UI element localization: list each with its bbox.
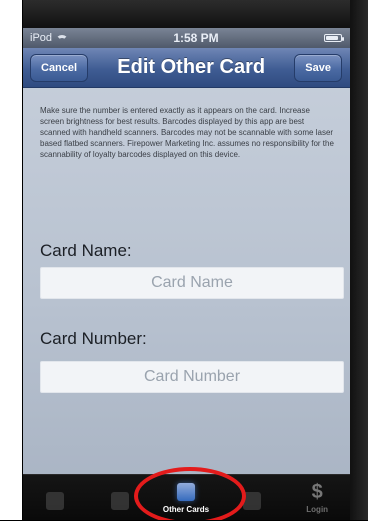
tab-1[interactable] [22,475,88,520]
tab-other-cards[interactable]: Other Cards [153,475,219,520]
tab-other-cards-label: Other Cards [162,505,210,514]
tab-login[interactable]: $ Login [284,475,350,520]
card-name-input[interactable]: Card Name [40,267,344,299]
device-top-bezel [22,0,368,28]
status-left: iPod [30,32,69,45]
page-title: Edit Other Card [117,56,266,78]
status-time: 1:58 PM [173,31,219,45]
battery-icon [323,34,344,42]
cancel-button[interactable]: Cancel [30,53,89,82]
status-bar: iPod 1:58 PM [22,28,350,48]
form-content: Make sure the number is entered exactly … [22,89,350,474]
save-button[interactable]: Save [294,53,342,82]
carrier-label: iPod [30,32,53,44]
tab-4[interactable] [219,475,285,520]
card-number-label: Card Number: [40,329,147,348]
card-name-placeholder: Card Name [151,274,233,291]
battery-level-icon [325,36,338,40]
card-number-placeholder: Card Number [143,368,241,385]
white-border-bottom [0,520,368,529]
tab-2[interactable] [88,475,154,520]
white-border-left [0,0,23,529]
device-right-bezel [350,0,368,529]
barcode-icon [242,492,261,510]
navigation-bar: Cancel Edit Other Card Save [22,48,350,88]
tab-login-label: Login [306,505,329,514]
tab-bar: Other Cards $ Login [22,474,350,520]
cards-icon [45,492,64,510]
wifi-icon [56,35,69,45]
dollar-icon: $ [311,481,323,503]
device-screen: iPod 1:58 PM Cancel Edit Other Card Save… [22,28,350,520]
card-number-input[interactable]: Card Number [40,361,344,393]
folder-icon [176,483,195,501]
disclaimer-text: Make sure the number is entered exactly … [40,106,334,159]
user-icon [111,492,130,510]
card-name-label: Card Name: [40,241,132,260]
